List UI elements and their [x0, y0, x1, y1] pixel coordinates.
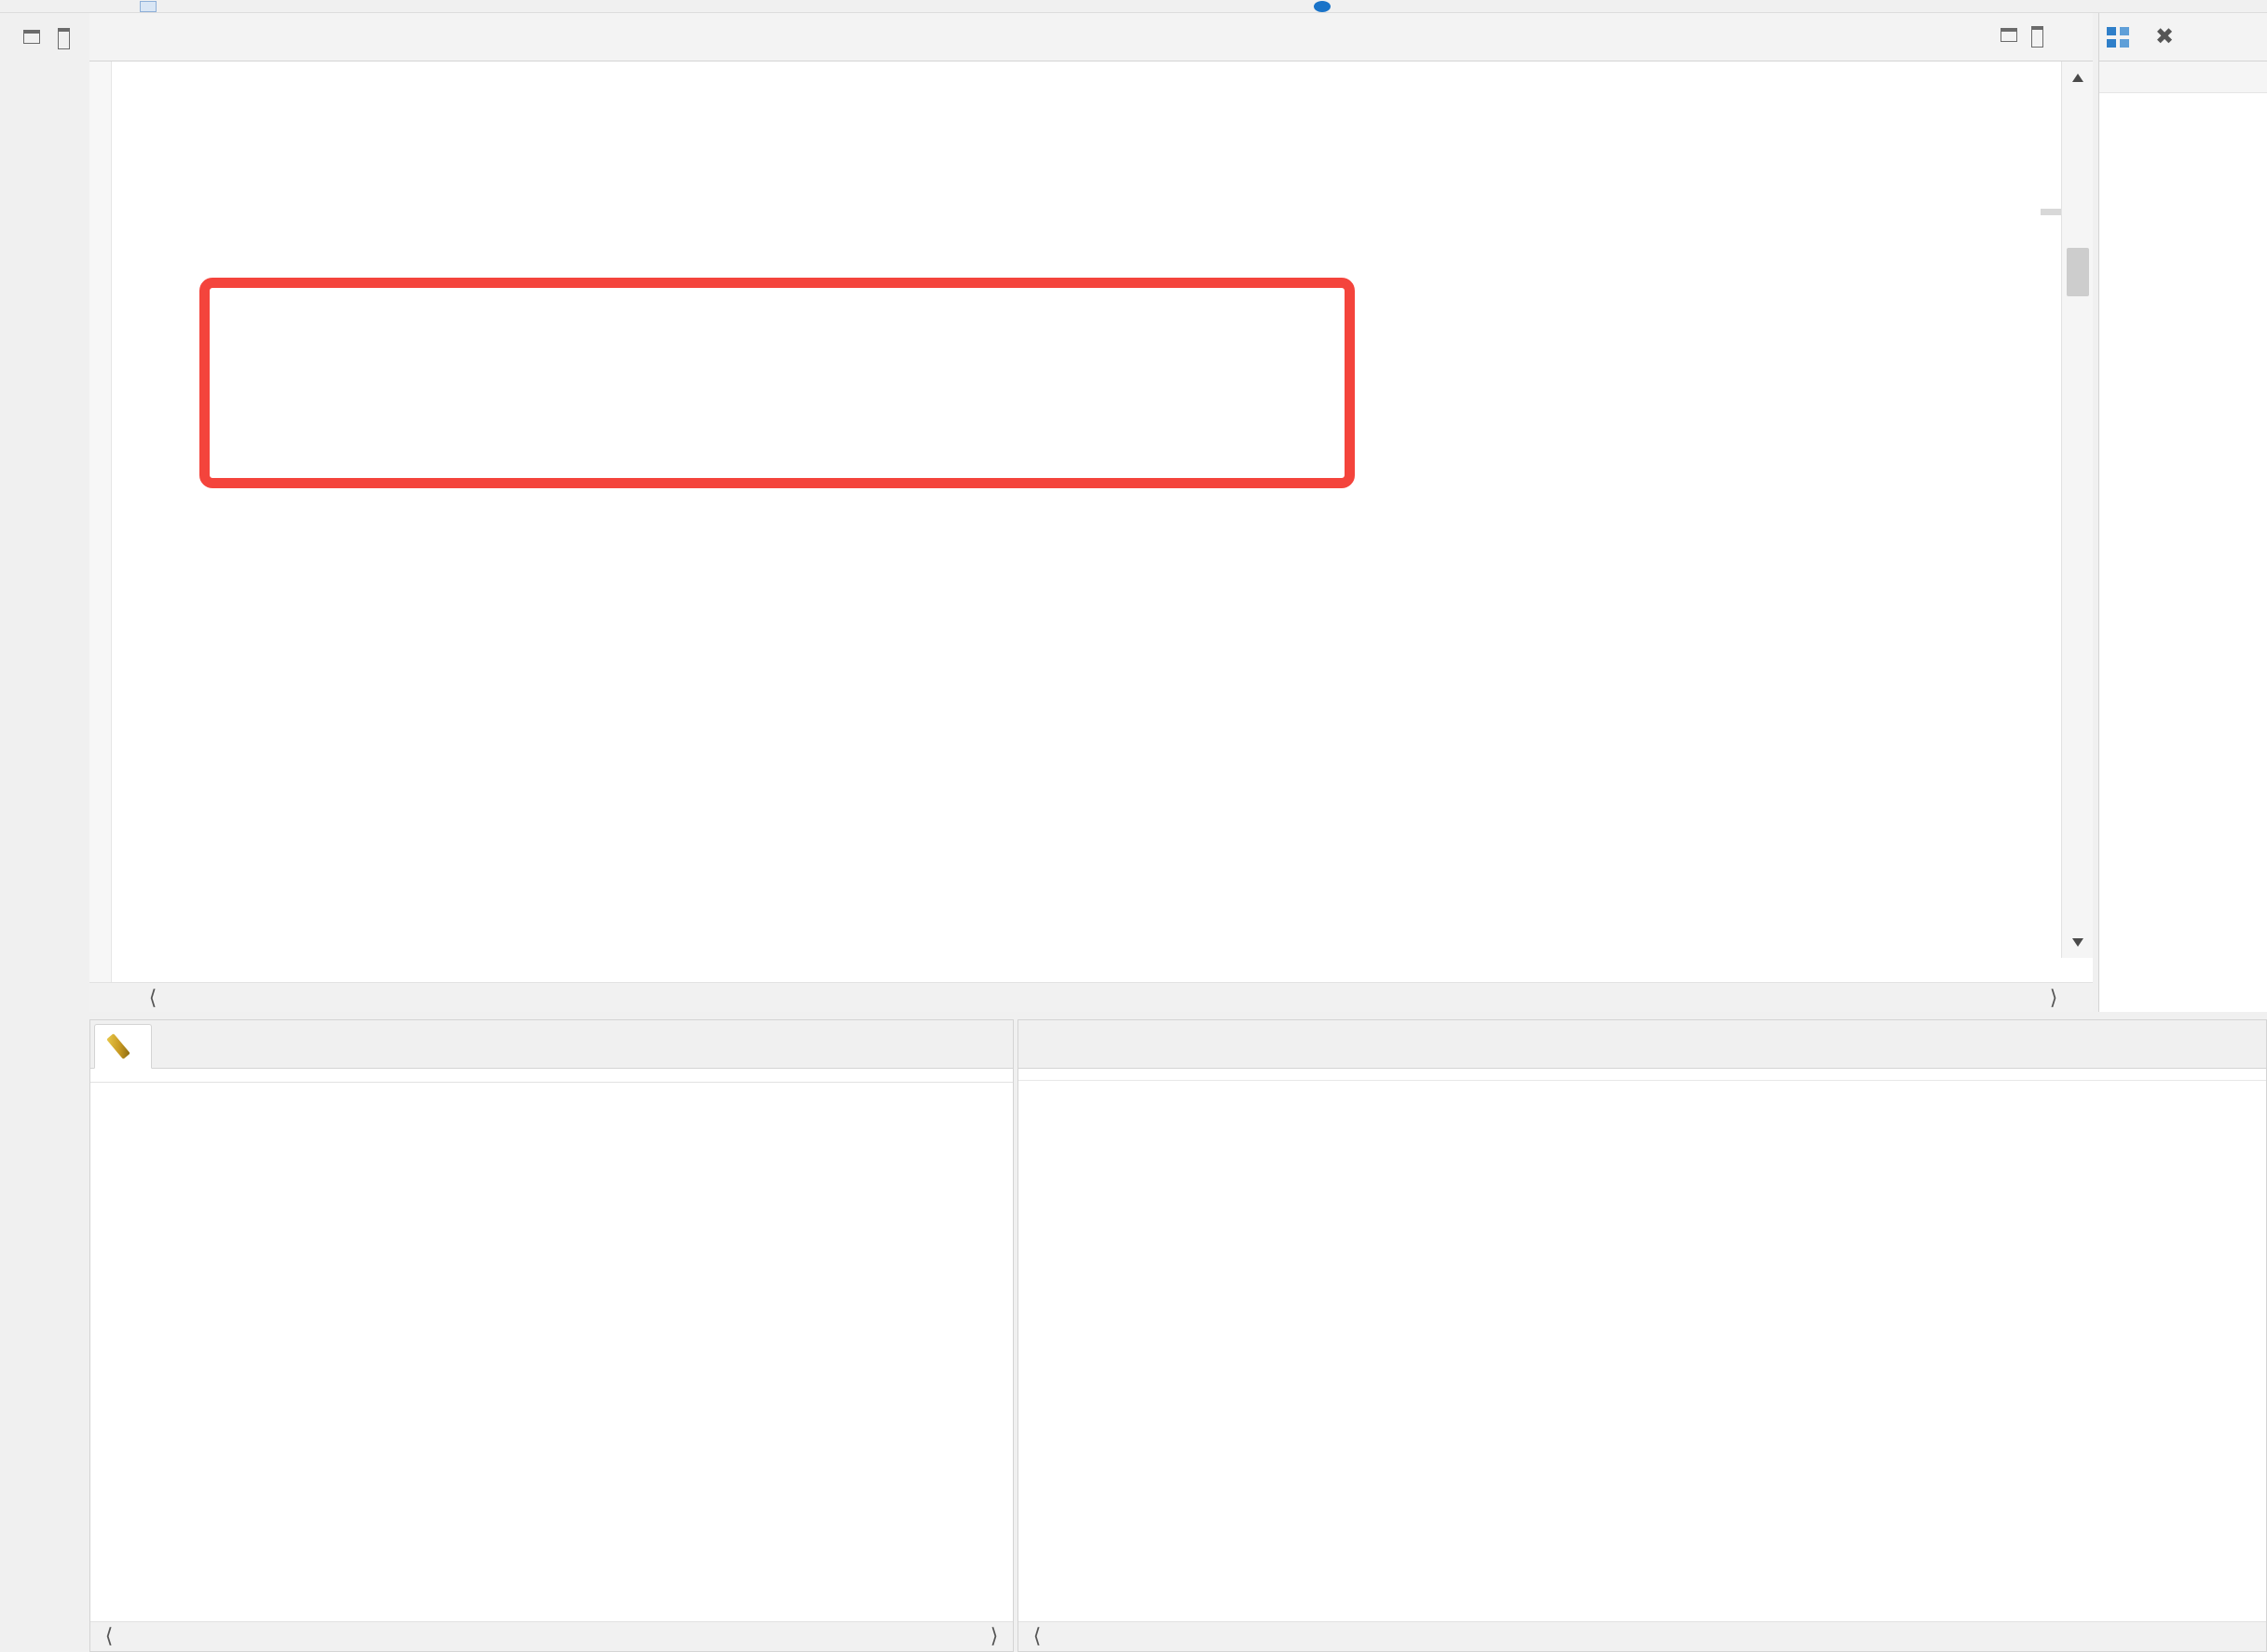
main-toolbar — [0, 0, 2267, 13]
editor-restore-controls — [20, 28, 73, 49]
outline-view: ✖ — [2098, 13, 2267, 1012]
bottom-panels: ⟨ ⟩ ⟨ — [89, 1019, 2267, 1652]
search-horizontal-scrollbar[interactable]: ⟨ ⟩ — [90, 1621, 1013, 1651]
scroll-left-icon[interactable]: ⟨ — [96, 1623, 122, 1649]
editor-horizontal-scrollbar[interactable]: ⟨ ⟩ — [89, 982, 2093, 1012]
scroll-left-icon[interactable]: ⟨ — [1024, 1623, 1050, 1649]
overview-marker[interactable] — [2041, 209, 2061, 215]
restore-icon[interactable] — [20, 28, 41, 45]
ide-window: ⟨ ⟩ ✖ ⟨ ⟩ ⟨ — [0, 0, 2267, 1652]
search-results-tree[interactable] — [90, 1083, 1013, 1088]
outline-icon — [2107, 25, 2131, 49]
close-icon[interactable]: ✖ — [2155, 25, 2174, 48]
editor-tabbar — [89, 13, 2093, 61]
scroll-left-icon[interactable]: ⟨ — [140, 985, 166, 1011]
help-icon[interactable] — [1314, 1, 1331, 12]
outline-list[interactable] — [2099, 93, 2267, 99]
run-icon[interactable] — [643, 1, 660, 12]
maximize-icon[interactable] — [2026, 26, 2046, 48]
search-tabbar — [90, 1020, 1013, 1069]
search-summary — [90, 1069, 1013, 1083]
scroll-up-icon[interactable] — [2062, 61, 2094, 93]
outline-toolbar — [2099, 61, 2267, 93]
save-icon[interactable] — [4, 1, 20, 12]
scroll-down-icon[interactable] — [2062, 926, 2094, 958]
console-horizontal-scrollbar[interactable]: ⟨ — [1018, 1621, 2266, 1651]
editor-area: ⟨ ⟩ — [89, 13, 2093, 1012]
build-icon[interactable] — [140, 1, 157, 12]
console-tabbar — [1018, 1020, 2266, 1069]
editor-left-margin — [0, 13, 89, 1012]
editor-window-controls — [1998, 26, 2046, 48]
console-view: ⟨ — [1017, 1019, 2267, 1652]
console-output[interactable] — [1018, 1081, 2266, 1584]
scroll-right-icon[interactable]: ⟩ — [981, 1623, 1007, 1649]
editor-vertical-scrollbar[interactable] — [2061, 61, 2093, 958]
search-pencil-icon — [106, 1033, 130, 1059]
console-launch-header — [1018, 1069, 2266, 1081]
step-icon[interactable] — [820, 1, 837, 12]
search-view: ⟨ ⟩ — [89, 1019, 1014, 1652]
scrollbar-thumb[interactable] — [2067, 248, 2089, 296]
minimize-icon[interactable] — [1998, 26, 2018, 43]
debug-icon[interactable] — [280, 1, 296, 12]
maximize-icon[interactable] — [52, 28, 73, 49]
tab-search[interactable] — [94, 1024, 152, 1069]
scroll-right-icon[interactable]: ⟩ — [2041, 985, 2067, 1011]
code-viewport[interactable] — [89, 61, 2093, 984]
source-code[interactable] — [89, 61, 2093, 984]
open-perspective-icon[interactable] — [1202, 1, 1219, 12]
outline-header: ✖ — [2099, 13, 2267, 61]
